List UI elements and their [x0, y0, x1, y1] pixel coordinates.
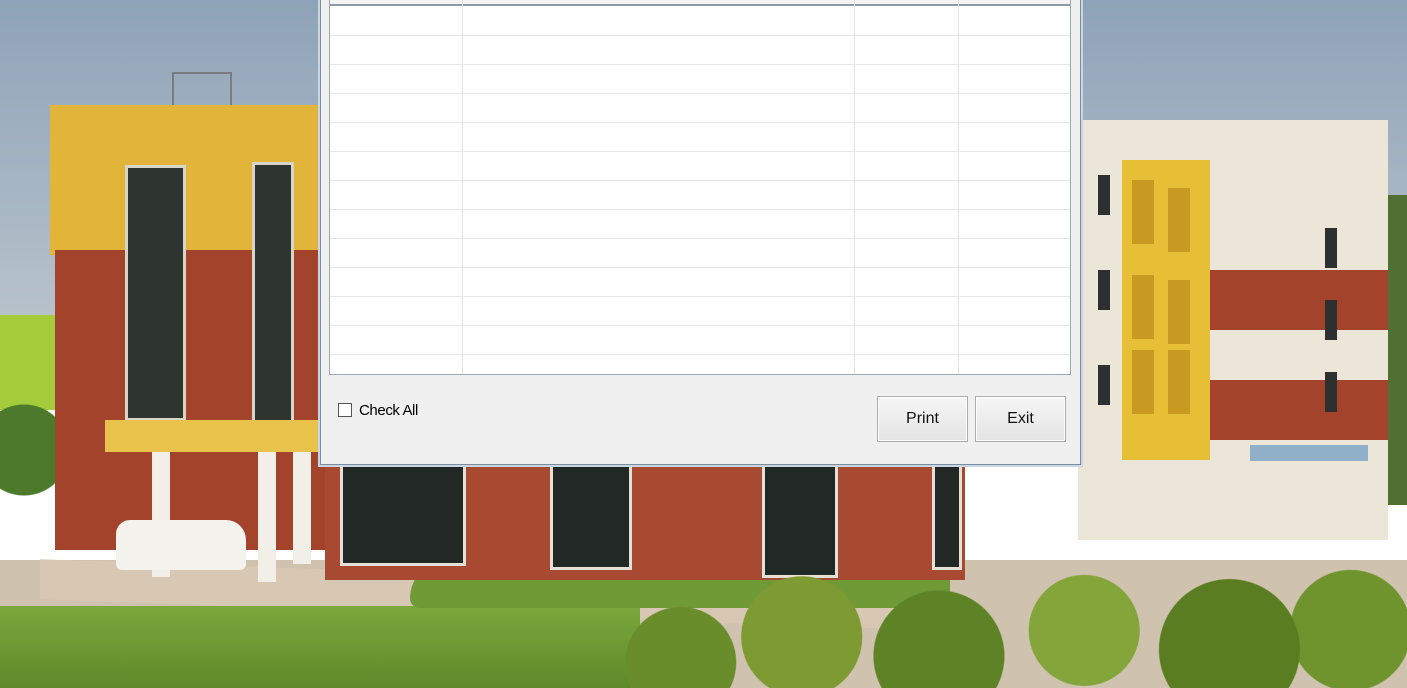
building-brick-band — [1208, 380, 1388, 440]
trees — [1385, 195, 1407, 505]
table-row[interactable] — [330, 93, 1070, 123]
check-all-checkbox[interactable]: Check All — [338, 400, 418, 420]
data-grid[interactable] — [329, 0, 1071, 375]
building-door — [340, 464, 466, 566]
table-row[interactable] — [330, 151, 1070, 181]
table-row[interactable] — [330, 296, 1070, 326]
entrance-canopy — [105, 420, 325, 452]
checkbox-box[interactable] — [338, 403, 352, 417]
building-window — [1325, 300, 1337, 340]
table-row[interactable] — [330, 238, 1070, 268]
building-window — [1132, 350, 1154, 414]
building-window — [932, 464, 962, 570]
table-row[interactable] — [330, 325, 1070, 355]
bushes — [600, 560, 1407, 688]
building-window — [1325, 372, 1337, 412]
building-window — [1098, 175, 1110, 215]
building-door — [550, 464, 632, 570]
building-brick-band — [1208, 270, 1388, 330]
print-dialog: Check All Print Exit — [320, 0, 1081, 465]
table-row[interactable] — [330, 64, 1070, 94]
building-window — [1098, 270, 1110, 310]
table-row[interactable] — [330, 6, 1070, 36]
exit-button[interactable]: Exit — [975, 396, 1066, 442]
building-window — [1168, 188, 1190, 252]
lawn — [0, 606, 640, 688]
table-row[interactable] — [330, 35, 1070, 65]
table-row[interactable] — [330, 180, 1070, 210]
building-canopy — [1250, 445, 1368, 461]
building-window — [1325, 228, 1337, 268]
building-window — [125, 165, 186, 421]
building-window — [1168, 350, 1190, 414]
building-window — [1168, 280, 1190, 344]
building-window — [1098, 365, 1110, 405]
print-button[interactable]: Print — [877, 396, 968, 442]
building-window — [252, 162, 294, 423]
pillar — [293, 452, 311, 564]
check-all-label: Check All — [359, 401, 418, 419]
trees — [0, 395, 60, 505]
building-window — [1132, 275, 1154, 339]
building-window — [1132, 180, 1154, 244]
table-row[interactable] — [330, 267, 1070, 297]
pillar — [258, 452, 276, 582]
parked-car — [116, 520, 246, 570]
table-row[interactable] — [330, 122, 1070, 152]
table-row[interactable] — [330, 209, 1070, 239]
